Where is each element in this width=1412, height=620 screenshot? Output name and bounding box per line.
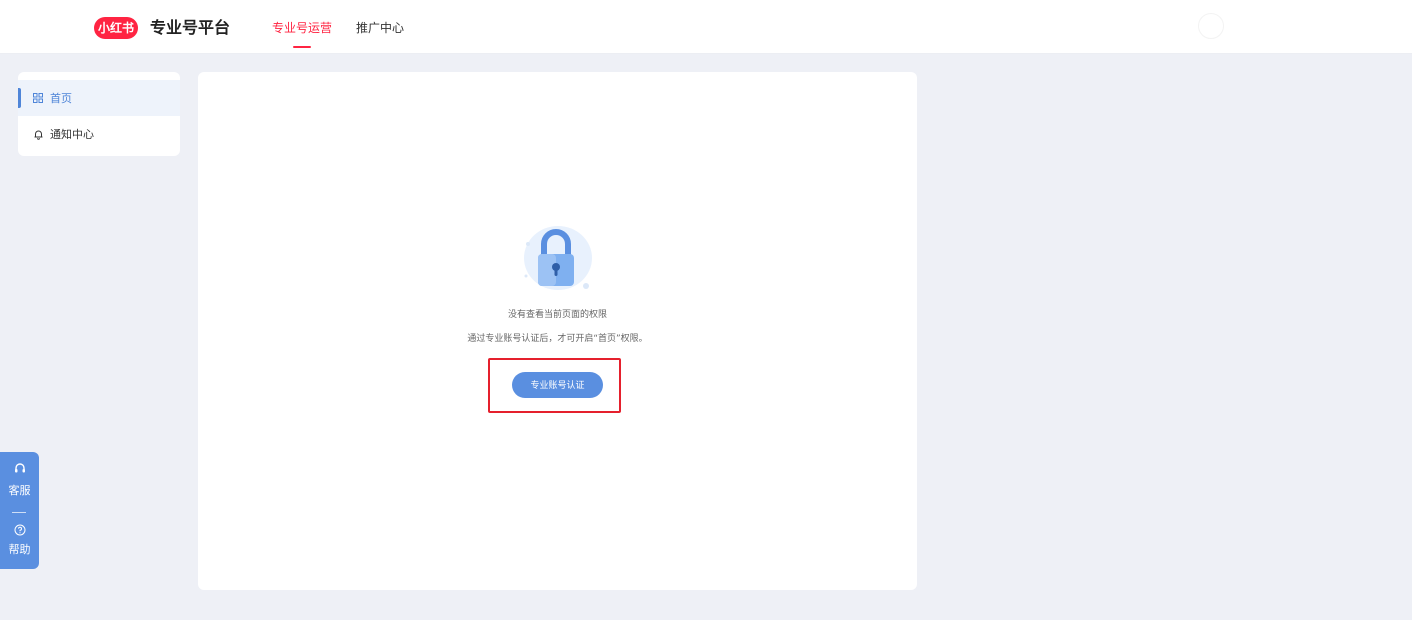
customer-service-button[interactable]: 客服 <box>0 462 39 498</box>
grid-icon <box>32 92 44 104</box>
question-circle-icon <box>0 524 39 538</box>
help-button[interactable]: 帮助 <box>0 524 39 557</box>
help-label: 帮助 <box>8 543 31 556</box>
divider <box>12 512 26 513</box>
verification-hint: 通过专业账号认证后，才可开启“首页”权限。 <box>467 334 648 344</box>
main-content-panel: 没有查看当前页面的权限 通过专业账号认证后，才可开启“首页”权限。 专业账号认证 <box>198 72 917 590</box>
lock-icon <box>516 220 598 296</box>
no-permission-message: 没有查看当前页面的权限 <box>507 310 607 320</box>
top-navigation-bar: 小红书 专业号平台 专业号运营 推广中心 <box>0 0 1412 54</box>
platform-title: 专业号平台 <box>150 18 231 37</box>
customer-service-label: 客服 <box>8 484 31 497</box>
headset-icon <box>0 462 39 478</box>
tab-professional-operation[interactable]: 专业号运营 <box>272 19 332 37</box>
user-avatar[interactable] <box>1198 13 1224 39</box>
professional-account-verify-button[interactable]: 专业账号认证 <box>512 372 603 398</box>
sidebar-item-notifications[interactable]: 通知中心 <box>18 116 180 152</box>
floating-support-panel: 客服 帮助 <box>0 452 39 569</box>
sidebar-menu: 首页 通知中心 <box>18 72 180 156</box>
xiaohongshu-logo[interactable]: 小红书 <box>94 17 138 39</box>
sidebar-item-label: 首页 <box>50 92 72 105</box>
tab-promotion-center[interactable]: 推广中心 <box>356 19 404 37</box>
sidebar-item-label: 通知中心 <box>50 128 94 141</box>
bell-icon <box>32 128 44 140</box>
sidebar-item-home[interactable]: 首页 <box>18 80 180 116</box>
